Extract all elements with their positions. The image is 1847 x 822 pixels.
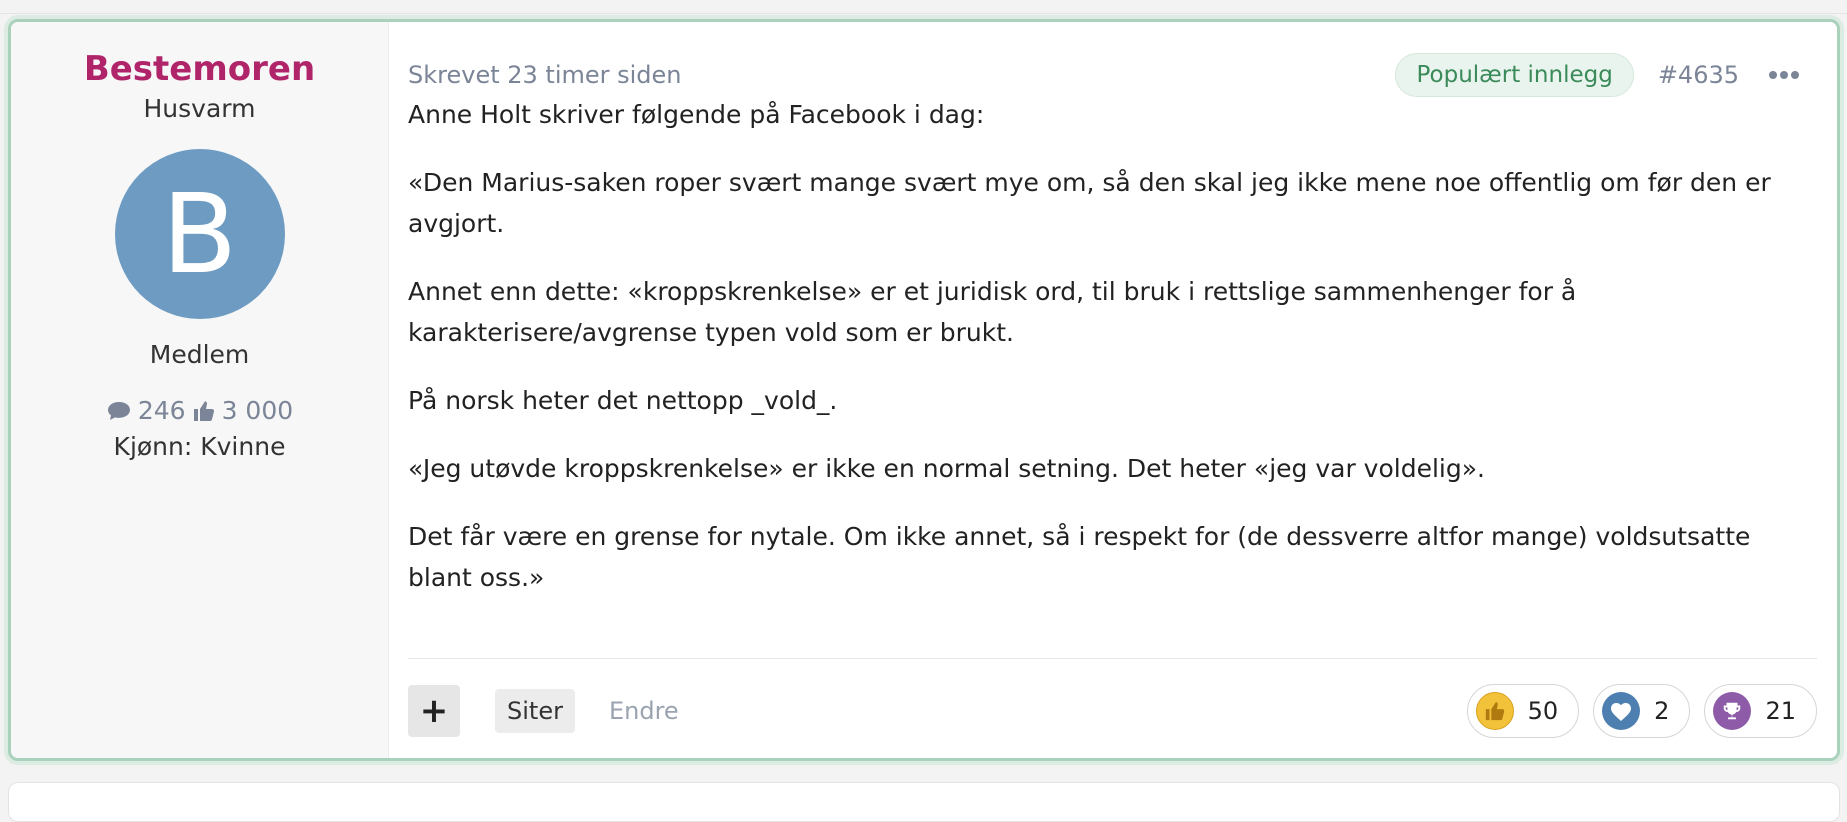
reaction-like-button[interactable]: 50 [1466, 683, 1580, 738]
post-body: Anne Holt skriver følgende på Facebook i… [408, 94, 1817, 598]
post-paragraph: På norsk heter det nettopp _vold_. [408, 386, 838, 415]
thumbs-up-icon [1475, 691, 1514, 730]
quote-button[interactable]: Siter [495, 688, 575, 733]
next-post-edge [8, 782, 1840, 822]
user-info-panel: Bestemoren Husvarm B Medlem 246 3 000 Kj… [11, 22, 389, 758]
forum-post: Bestemoren Husvarm B Medlem 246 3 000 Kj… [8, 19, 1840, 761]
post-paragraph: Annet enn dette: «kroppskrenkelse» er et… [408, 277, 1577, 347]
avatar-letter: B [161, 170, 238, 298]
plus-button[interactable]: + [408, 684, 460, 737]
reaction-count: 21 [1765, 696, 1796, 725]
post-count: 246 [137, 396, 186, 425]
more-options-icon[interactable] [1769, 71, 1799, 79]
trophy-icon [1713, 691, 1752, 730]
post-header-actions: Populært innlegg #4635 [1395, 53, 1817, 97]
post-timestamp[interactable]: Skrevet 23 timer siden [408, 61, 682, 89]
reactions-bar: 50 2 21 [1466, 683, 1817, 738]
post-number-link[interactable]: #4635 [1658, 61, 1739, 89]
reaction-count: 50 [1527, 696, 1559, 725]
post-paragraph: «Den Marius-saken roper svært mange svær… [408, 168, 1771, 238]
reaction-trophy-button[interactable]: 21 [1704, 683, 1817, 738]
previous-post-edge [0, 0, 1847, 14]
thumbs-up-icon [192, 399, 216, 423]
post-paragraph: Anne Holt skriver følgende på Facebook i… [408, 100, 985, 129]
comment-icon [106, 400, 132, 422]
heart-icon [1602, 691, 1641, 730]
post-paragraph: «Jeg utøvde kroppskrenkelse» er ikke en … [408, 454, 1485, 483]
user-stats: 246 3 000 [106, 395, 293, 427]
reaction-love-button[interactable]: 2 [1593, 683, 1691, 738]
reaction-count: 2 [1654, 696, 1670, 725]
post-paragraph: Det får være en grense for nytale. Om ik… [408, 522, 1751, 592]
post-content-column: Skrevet 23 timer siden Populært innlegg … [389, 22, 1837, 758]
avatar[interactable]: B [114, 149, 285, 319]
user-title: Husvarm [143, 94, 256, 123]
edit-button[interactable]: Endre [609, 697, 679, 725]
post-footer: + Siter Endre 50 2 21 [408, 658, 1817, 758]
popular-post-badge: Populært innlegg [1395, 53, 1634, 97]
username-link[interactable]: Bestemoren [84, 49, 315, 89]
user-role: Medlem [149, 340, 250, 369]
user-gender: Kjønn: Kvinne [113, 432, 286, 461]
likes-count: 3 000 [221, 396, 294, 425]
